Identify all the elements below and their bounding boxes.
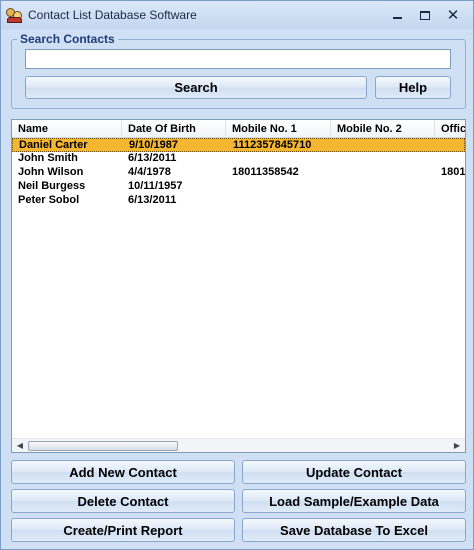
cell-name: John Smith	[18, 152, 78, 164]
list-header: Name Date Of Birth Mobile No. 1 Mobile N…	[12, 120, 465, 138]
load-sample-data-button[interactable]: Load Sample/Example Data	[242, 489, 466, 513]
cell-mobile2	[331, 166, 435, 180]
window-title: Contact List Database Software	[28, 8, 197, 22]
column-header-mobile1[interactable]: Mobile No. 1	[226, 120, 331, 138]
table-row[interactable]: Daniel Carter 9/10/1987 1112357845710	[12, 138, 465, 152]
cell-dob: 6/13/2011	[128, 194, 177, 206]
minimize-icon	[392, 17, 402, 19]
cell-office	[435, 180, 465, 194]
table-row[interactable]: Peter Sobol 6/13/2011	[12, 194, 465, 208]
cell-mobile1	[226, 180, 331, 194]
cell-office: 1801	[441, 166, 466, 178]
table-row[interactable]: John Smith 6/13/2011	[12, 152, 465, 166]
close-icon: ✕	[446, 6, 460, 24]
cell-name: John Wilson	[18, 166, 84, 178]
create-print-report-button[interactable]: Create/Print Report	[11, 518, 235, 542]
search-group-label: Search Contacts	[17, 32, 118, 46]
column-header-name[interactable]: Name	[12, 120, 122, 138]
scrollbar-thumb[interactable]	[28, 441, 178, 451]
cell-name: Peter Sobol	[18, 194, 80, 206]
close-button[interactable]: ✕	[439, 5, 467, 25]
cell-dob: 10/11/1957	[128, 180, 183, 192]
horizontal-scrollbar[interactable]: ◀ ▶	[12, 438, 465, 452]
maximize-button[interactable]	[411, 5, 439, 25]
contacts-app-icon	[5, 6, 23, 24]
column-header-office[interactable]: Offic	[435, 120, 465, 138]
update-contact-button[interactable]: Update Contact	[242, 460, 466, 484]
scroll-left-icon[interactable]: ◀	[13, 439, 27, 452]
save-to-excel-button[interactable]: Save Database To Excel	[242, 518, 466, 542]
cell-mobile1: 1112357845710	[233, 139, 312, 151]
search-input[interactable]	[25, 49, 451, 69]
table-row[interactable]: John Wilson 4/4/1978 18011358542 1801	[12, 166, 465, 180]
cell-name: Neil Burgess	[18, 180, 86, 192]
add-new-contact-button[interactable]: Add New Contact	[11, 460, 235, 484]
contacts-list[interactable]: Name Date Of Birth Mobile No. 1 Mobile N…	[11, 119, 466, 453]
app-window: Contact List Database Software ✕ Search …	[0, 0, 474, 550]
scroll-right-icon[interactable]: ▶	[450, 439, 464, 452]
cell-mobile1	[226, 152, 331, 166]
cell-dob: 6/13/2011	[128, 152, 177, 164]
cell-mobile2	[331, 180, 435, 194]
cell-mobile2	[331, 194, 435, 208]
cell-office	[435, 194, 465, 208]
cell-mobile2	[332, 139, 436, 153]
cell-mobile2	[331, 152, 435, 166]
cell-office	[436, 139, 465, 153]
table-row[interactable]: Neil Burgess 10/11/1957	[12, 180, 465, 194]
cell-office	[435, 152, 465, 166]
delete-contact-button[interactable]: Delete Contact	[11, 489, 235, 513]
cell-dob: 9/10/1987	[129, 139, 178, 151]
column-header-dob[interactable]: Date Of Birth	[122, 120, 226, 138]
cell-mobile1: 18011358542	[232, 166, 299, 178]
maximize-icon	[420, 10, 430, 20]
title-bar[interactable]: Contact List Database Software ✕	[1, 1, 473, 29]
column-header-mobile2[interactable]: Mobile No. 2	[331, 120, 435, 138]
minimize-button[interactable]	[383, 5, 411, 25]
cell-dob: 4/4/1978	[128, 166, 171, 178]
help-button[interactable]: Help	[375, 76, 451, 99]
cell-name: Daniel Carter	[19, 139, 88, 151]
search-button[interactable]: Search	[25, 76, 367, 99]
cell-mobile1	[226, 194, 331, 208]
